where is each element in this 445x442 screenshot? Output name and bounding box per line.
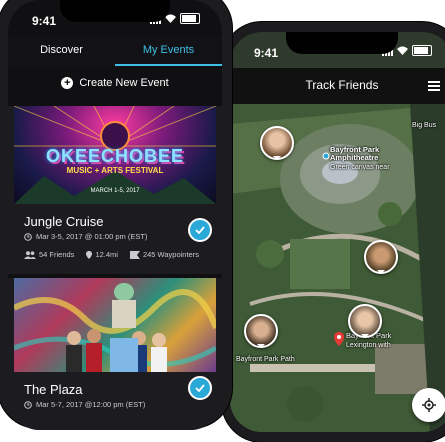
event-image-brand: OKEECHOBEE — [45, 146, 185, 166]
phone-notch — [60, 0, 170, 22]
active-tab-indicator — [115, 64, 222, 66]
battery-icon — [412, 45, 432, 56]
friend-avatar-3[interactable] — [244, 314, 278, 348]
battery-icon — [180, 13, 200, 24]
map-phone: Bayfront Park Amphitheatre Green canvas … — [222, 22, 445, 442]
waypoints-stat: 245 Waypointers — [129, 250, 199, 259]
event-date-text: Mar 3-5, 2017 @ 01:00 pm (EST) — [36, 232, 148, 241]
create-event-label: Create New Event — [79, 77, 169, 89]
tab-discover[interactable]: Discover — [8, 44, 115, 56]
create-event-button[interactable]: + Create New Event — [8, 70, 222, 96]
events-phone: 9:41 Discover My Events + Create New Eve… — [0, 0, 232, 430]
wifi-icon — [397, 46, 408, 55]
event-title-2: The Plaza — [24, 382, 83, 397]
map-pin-icon[interactable] — [334, 332, 344, 346]
event-stats-1: 54 Friends 12.4mi 245 Waypointers — [24, 250, 199, 259]
checkmark-icon — [195, 384, 205, 392]
friends-count: 54 Friends — [39, 250, 75, 259]
map-label-bayfront-park-path: Bayfront Park Path — [236, 356, 295, 363]
clock-icon — [24, 400, 32, 409]
map-label-amphitheatre: Bayfront Park Amphitheatre — [330, 145, 380, 162]
distance-value: 12.4mi — [95, 250, 118, 259]
clock-icon — [24, 232, 32, 241]
waypoints-count: 245 Waypointers — [142, 250, 199, 259]
event-title-1: Jungle Cruise — [24, 214, 104, 229]
event-selected-check[interactable] — [188, 218, 212, 242]
friend-avatar-2[interactable] — [364, 240, 398, 274]
event-image-subtitle: MUSIC + ARTS FESTIVAL — [66, 166, 164, 175]
status-time: 9:41 — [32, 14, 57, 28]
event-date-text: Mar 5-7, 2017 @12:00 pm (EST) — [36, 400, 146, 409]
map-label-big-bus: Big Bus — [412, 122, 437, 129]
friends-stat: 54 Friends — [24, 250, 74, 259]
checkmark-icon — [195, 226, 205, 234]
map-label-bayfront-park-sub: Lexington with — [346, 342, 391, 349]
location-pin-icon — [86, 250, 93, 259]
event-card-1[interactable]: OKEECHOBEE MUSIC + ARTS FESTIVAL MARCH 1… — [8, 106, 222, 274]
my-location-button[interactable] — [412, 388, 445, 422]
plus-icon: + — [61, 77, 74, 89]
distance-stat: 12.4mi — [86, 250, 118, 259]
event-selected-check[interactable] — [188, 376, 212, 400]
event-date-2: Mar 5-7, 2017 @12:00 pm (EST) — [24, 400, 145, 409]
hamburger-menu-icon[interactable] — [428, 81, 440, 93]
friend-avatar-4[interactable] — [348, 304, 382, 338]
tab-my-events[interactable]: My Events — [115, 44, 222, 56]
phone-notch — [286, 32, 398, 54]
friends-icon — [24, 250, 36, 259]
event-date-1: Mar 3-5, 2017 @ 01:00 pm (EST) — [24, 232, 147, 241]
map-label-amphitheatre-sub: Green canvas near — [330, 164, 390, 171]
status-time: 9:41 — [254, 46, 279, 60]
map-screen: Bayfront Park Amphitheatre Green canvas … — [230, 32, 445, 432]
map-header: Track Friends — [230, 68, 445, 104]
event-image-date: MARCH 1-5, 2017 — [90, 188, 140, 194]
event-image-2 — [14, 278, 216, 372]
map-view[interactable]: Bayfront Park Amphitheatre Green canvas … — [230, 104, 445, 432]
amphitheatre-marker-icon — [322, 152, 330, 160]
waypoint-flag-icon — [129, 250, 140, 259]
friend-avatar-1[interactable] — [260, 126, 294, 160]
map-title: Track Friends — [305, 78, 379, 92]
event-image-1: OKEECHOBEE MUSIC + ARTS FESTIVAL MARCH 1… — [14, 106, 216, 204]
events-tabs: Discover My Events — [8, 36, 222, 66]
event-card-2[interactable]: The Plaza Mar 5-7, 2017 @12:00 pm (EST) — [8, 278, 222, 430]
events-screen: 9:41 Discover My Events + Create New Eve… — [8, 0, 222, 430]
